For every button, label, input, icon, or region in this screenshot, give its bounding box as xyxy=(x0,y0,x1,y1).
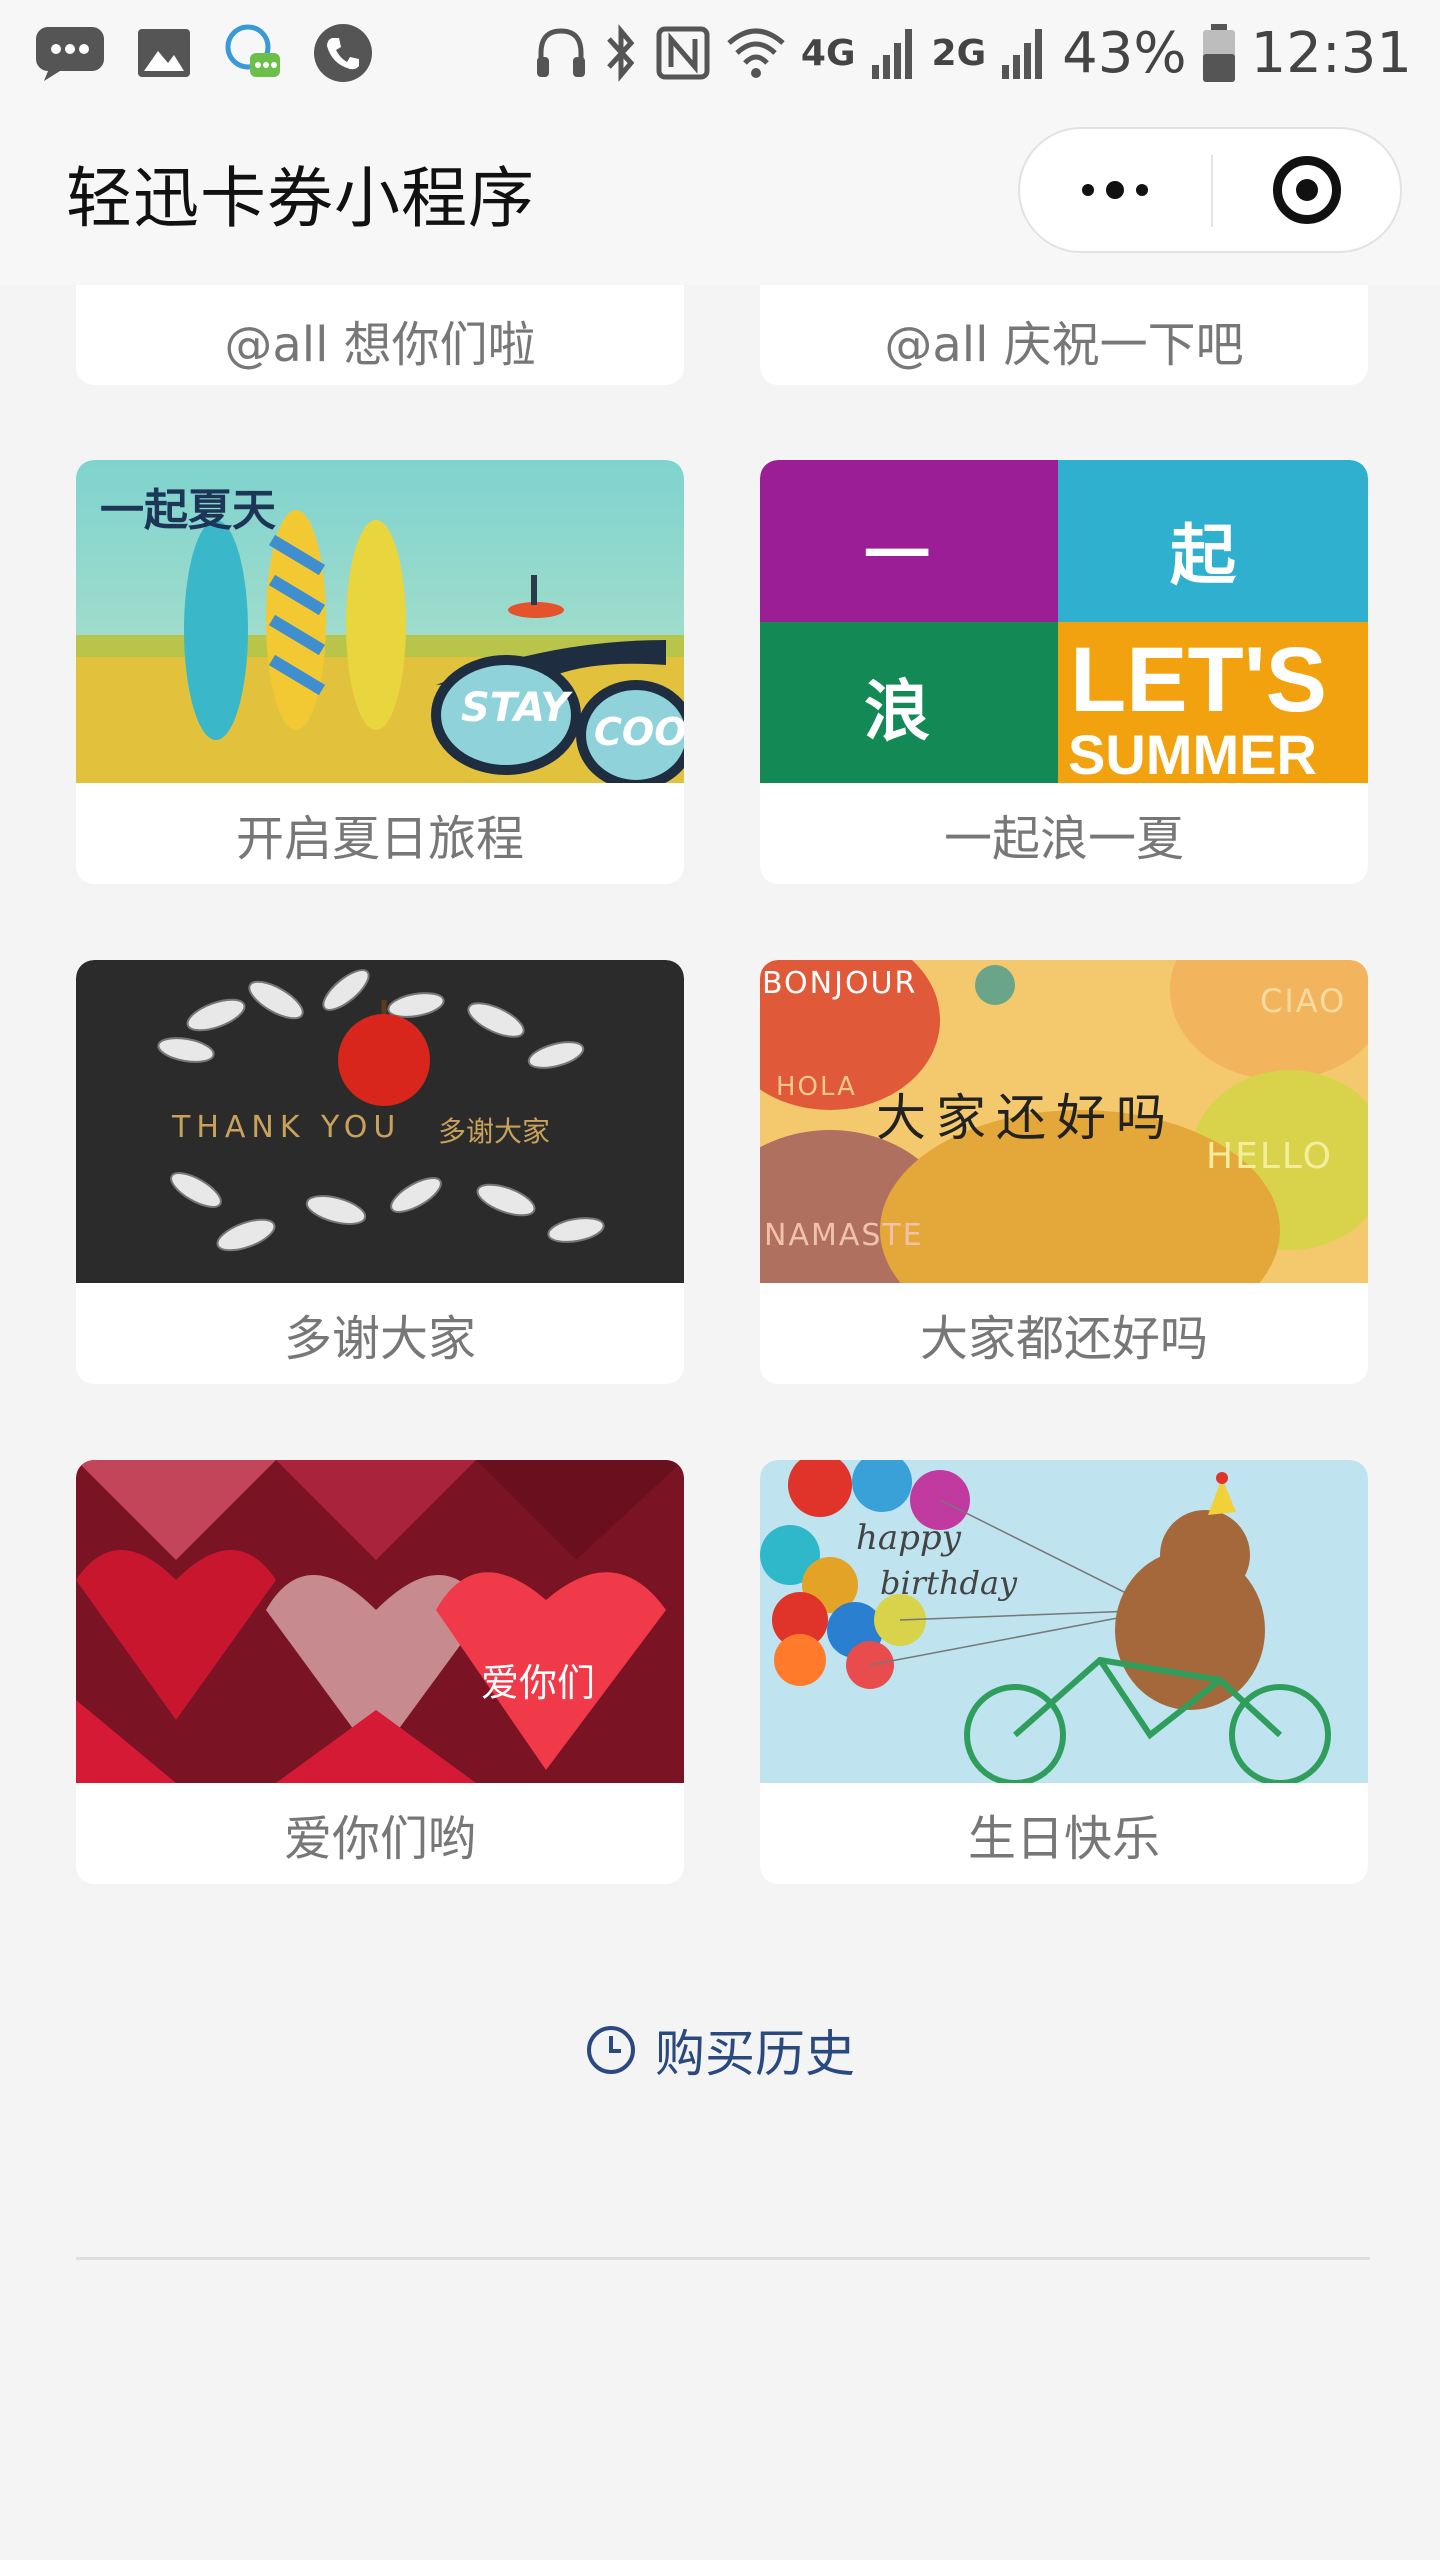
card-caption: 大家都还好吗 xyxy=(919,1311,1208,1367)
purchase-history-label: 购买历史 xyxy=(655,2025,855,2083)
battery-percent: 43% xyxy=(1062,20,1187,86)
card-image-text: happy xyxy=(856,1518,961,1558)
card-image-text: 起 xyxy=(1170,517,1236,594)
card-image-text: BONJOUR xyxy=(762,966,918,1001)
card-image-text: STAY xyxy=(461,685,570,731)
card-image-text: 爱你们 xyxy=(481,1661,596,1705)
card-love-you[interactable]: 爱你们 爱你们哟 xyxy=(76,1460,684,1884)
card-image-text: 一起夏天 xyxy=(100,485,276,536)
more-button[interactable] xyxy=(1020,129,1210,251)
nfc-icon xyxy=(656,26,710,80)
card-caption: 爱你们哟 xyxy=(283,1811,476,1867)
card-caption: 开启夏日旅程 xyxy=(235,811,524,867)
clock-icon xyxy=(587,2026,635,2074)
card-image-greetings: BONJOUR CIAO HOLA 大家还好吗 HELLO NAMASTE xyxy=(760,960,1368,1283)
card-image-text: SUMMER xyxy=(1068,723,1317,783)
nav-bar: 轻迅卡券小程序 xyxy=(0,105,1440,285)
bluetooth-icon xyxy=(607,24,635,82)
card-caption: 多谢大家 xyxy=(283,1311,476,1367)
close-button[interactable] xyxy=(1213,129,1400,251)
mini-program-capsule xyxy=(1018,127,1402,253)
wifi-icon xyxy=(727,28,785,78)
card-caption: @all 想你们啦 xyxy=(224,317,536,373)
status-bar: 4G 2G 43% 12:31 xyxy=(0,0,1440,105)
card-image-text: LET'S xyxy=(1070,629,1327,731)
card-image-hearts: 爱你们 xyxy=(76,1460,684,1783)
signal-icon xyxy=(1002,29,1043,79)
card-image-text: 浪 xyxy=(864,673,930,750)
qq-icon xyxy=(225,24,280,77)
purchase-history-link[interactable]: 购买历史 xyxy=(0,2000,1440,2100)
card-happy-birthday[interactable]: happy birthday 生日快乐 xyxy=(760,1460,1368,1884)
card-image-text: COOL xyxy=(594,710,684,754)
gallery-icon xyxy=(138,29,190,77)
more-dots-icon xyxy=(1082,181,1148,199)
card-image-text: 多谢大家 xyxy=(438,1115,551,1148)
card-celebrate[interactable]: @all 庆祝一下吧 xyxy=(760,285,1368,385)
close-target-icon xyxy=(1272,156,1341,224)
network-2g-label: 2G xyxy=(931,32,987,74)
network-4g-label: 4G xyxy=(800,32,856,74)
card-image-text: 一 xyxy=(864,517,930,594)
card-caption: @all 庆祝一下吧 xyxy=(884,317,1244,373)
card-miss-you[interactable]: @all 想你们啦 xyxy=(76,285,684,385)
divider xyxy=(76,2257,1370,2260)
card-list: @all 想你们啦 @all 庆祝一下吧 一起夏天 STAY COO 开启夏日旅… xyxy=(0,285,1440,2560)
card-how-are-you[interactable]: BONJOUR CIAO HOLA 大家还好吗 HELLO NAMASTE 大家… xyxy=(760,960,1368,1384)
card-caption: 一起浪一夏 xyxy=(943,811,1184,867)
card-image-text: HELLO xyxy=(1206,1136,1333,1177)
page-title: 轻迅卡券小程序 xyxy=(66,160,535,237)
card-image-text: CIAO xyxy=(1260,982,1347,1020)
card-image-summer-surf: 一起夏天 STAY COOL xyxy=(76,460,684,783)
message-icon xyxy=(36,27,104,81)
status-time: 12:31 xyxy=(1250,20,1412,86)
battery-icon xyxy=(1202,24,1235,82)
headphones-icon xyxy=(536,28,585,77)
phone-icon xyxy=(314,24,372,82)
card-image-lets-summer: 一 起 浪 LET'S SUMMER xyxy=(760,460,1368,783)
card-lets-summer[interactable]: 一 起 浪 LET'S SUMMER 一起浪一夏 xyxy=(760,460,1368,884)
card-caption: 生日快乐 xyxy=(967,1811,1160,1867)
card-summer-trip[interactable]: 一起夏天 STAY COOL 开启夏日旅程 xyxy=(76,460,684,884)
card-image-thank-you: THANK YOU 多谢大家 xyxy=(76,960,684,1283)
card-image-bear-bike: happy birthday xyxy=(760,1460,1368,1783)
card-image-text: THANK YOU xyxy=(172,1110,402,1145)
card-image-text: HOLA xyxy=(776,1072,857,1102)
card-image-text: birthday xyxy=(880,1564,1018,1602)
card-image-text: NAMASTE xyxy=(764,1218,924,1253)
card-thanks-everyone[interactable]: THANK YOU 多谢大家 多谢大家 xyxy=(76,960,684,1384)
signal-icon xyxy=(871,29,912,79)
card-image-text: 大家还好吗 xyxy=(876,1089,1176,1147)
